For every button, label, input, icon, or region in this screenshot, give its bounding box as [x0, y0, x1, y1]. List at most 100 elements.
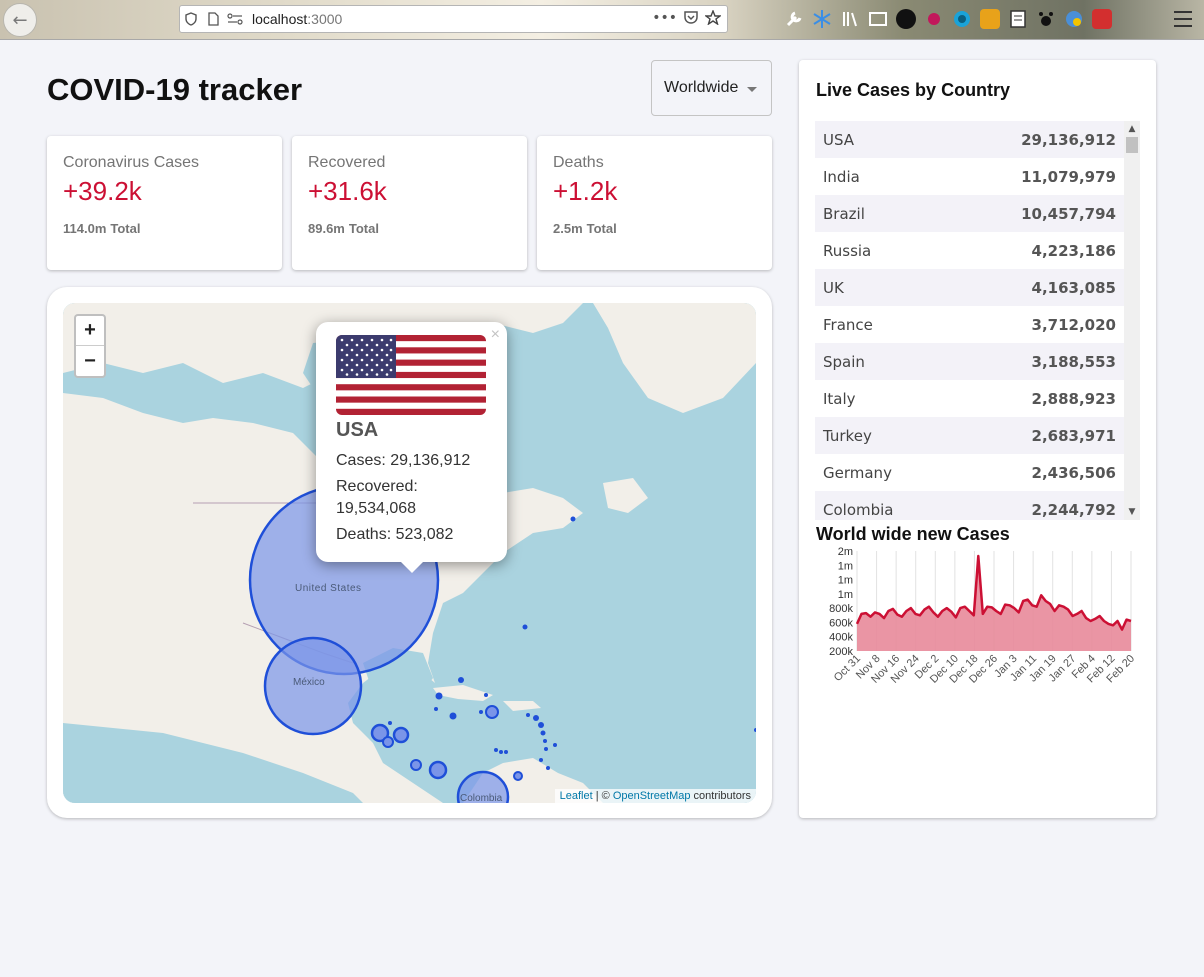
country-select[interactable]: Worldwide	[651, 60, 772, 116]
popup-cases: Cases: 29,136,912	[336, 452, 471, 469]
y-tick-label: 2m	[838, 546, 853, 558]
stat-card-deaths[interactable]: Deaths +1.2k 2.5m Total	[537, 136, 772, 270]
row-country: Italy	[823, 389, 856, 408]
row-cases: 29,136,912	[1021, 130, 1116, 149]
row-country: Spain	[823, 352, 865, 371]
live-cases-panel: Live Cases by Country USA 29,136,912 India…	[799, 60, 1156, 818]
popup-deaths: Deaths: 523,082	[336, 526, 454, 543]
stat-card-cases[interactable]: Coronavirus Cases +39.2k 114.0m Total	[47, 136, 282, 270]
live-cases-table[interactable]: USA 29,136,912 India 11,079,979 Brazil 10,457…	[815, 121, 1140, 520]
popup-recovered: Recovered: 19,534,068	[336, 478, 418, 517]
stat-card-recovered[interactable]: Recovered +31.6k 89.6m Total	[292, 136, 527, 270]
extension-reader-icon[interactable]	[868, 9, 888, 29]
extension-snowflake-icon[interactable]	[812, 9, 832, 29]
y-tick-label: 600k	[829, 617, 853, 629]
stat-value: +39.2k	[63, 176, 142, 206]
table-row[interactable]: Italy 2,888,923	[815, 380, 1124, 417]
y-tick-label: 1m	[838, 560, 853, 572]
row-country: USA	[823, 130, 855, 149]
extension-twd-icon[interactable]	[896, 9, 916, 29]
row-country: Brazil	[823, 204, 865, 223]
country-select-value: Worldwide	[664, 79, 739, 96]
stat-label: Deaths	[553, 154, 604, 171]
table-row[interactable]: France 3,712,020	[815, 306, 1124, 343]
row-cases: 2,436,506	[1031, 463, 1116, 482]
shield-icon[interactable]	[180, 12, 202, 26]
browser-toolbar: ← localhost:3000 •••	[0, 0, 1204, 40]
bookmark-star-icon[interactable]	[703, 9, 723, 29]
row-country: Russia	[823, 241, 872, 260]
y-tick-label: 800k	[829, 603, 853, 615]
osm-link[interactable]: OpenStreetMap	[613, 790, 691, 802]
stat-label: Recovered	[308, 154, 386, 171]
popup-country-name: USA	[336, 419, 379, 441]
table-row[interactable]: India 11,079,979	[815, 158, 1124, 195]
extension-picture-icon[interactable]	[980, 9, 1000, 29]
map-label-colombia: Colombia	[460, 793, 503, 803]
chart-title: World wide new Cases	[816, 524, 1010, 544]
leaflet-link[interactable]: Leaflet	[560, 790, 593, 802]
row-cases: 2,683,971	[1031, 426, 1116, 445]
stat-total: 114.0m Total	[63, 221, 141, 236]
zoom-in-button[interactable]: +	[76, 316, 104, 346]
more-actions-icon[interactable]: •••	[652, 10, 677, 29]
row-cases: 4,223,186	[1031, 241, 1116, 260]
row-cases: 10,457,794	[1021, 204, 1116, 223]
table-scrollbar[interactable]: ▲ ▼	[1124, 121, 1140, 520]
stat-value: +1.2k	[553, 176, 618, 206]
table-row[interactable]: UK 4,163,085	[815, 269, 1124, 306]
extension-bug-icon[interactable]	[924, 9, 944, 29]
extension-library-icon[interactable]	[840, 9, 860, 29]
extension-notes-icon[interactable]	[1008, 9, 1028, 29]
map-label-usa: United States	[295, 583, 362, 594]
live-cases-rows: USA 29,136,912 India 11,079,979 Brazil 10,457…	[815, 121, 1140, 520]
row-country: Turkey	[823, 426, 872, 445]
dropdown-caret-icon	[747, 87, 757, 92]
extension-game-icon[interactable]	[1092, 9, 1112, 29]
table-row[interactable]: USA 29,136,912	[815, 121, 1124, 158]
map-label-mexico: México	[293, 677, 325, 688]
row-country: Germany	[823, 463, 892, 482]
row-cases: 4,163,085	[1031, 278, 1116, 297]
row-country: India	[823, 167, 860, 186]
page-icon[interactable]	[202, 12, 224, 26]
url-text[interactable]: localhost:3000	[252, 11, 342, 28]
extension-paw-icon[interactable]	[1036, 9, 1056, 29]
table-row[interactable]: Colombia 2,244,792	[815, 491, 1124, 520]
table-row[interactable]: Spain 3,188,553	[815, 343, 1124, 380]
usa-flag-image	[336, 335, 486, 415]
hamburger-menu-icon[interactable]	[1174, 11, 1192, 27]
url-bar[interactable]: localhost:3000 •••	[179, 5, 728, 33]
stat-total: 2.5m Total	[553, 221, 617, 236]
zoom-out-button[interactable]: −	[76, 346, 104, 376]
zoom-control: + −	[74, 314, 106, 378]
new-cases-chart[interactable]: Oct 31Nov 8Nov 16Nov 24Dec 2Dec 10Dec 18…	[807, 545, 1137, 715]
back-arrow-icon: ←	[12, 9, 28, 31]
permissions-icon[interactable]	[224, 13, 246, 25]
stat-total: 89.6m Total	[308, 221, 379, 236]
url-port: :3000	[307, 10, 343, 27]
extension-wrench-icon[interactable]	[784, 9, 804, 29]
popup-close-button[interactable]: ×	[491, 326, 500, 344]
scroll-up-icon[interactable]: ▲	[1124, 121, 1140, 137]
extension-target-icon[interactable]	[952, 9, 972, 29]
back-button[interactable]: ←	[3, 3, 37, 37]
scroll-thumb[interactable]	[1126, 137, 1138, 153]
row-cases: 3,188,553	[1031, 352, 1116, 371]
table-row[interactable]: Brazil 10,457,794	[815, 195, 1124, 232]
row-country: Colombia	[823, 500, 894, 519]
page-title: COVID-19 tracker	[47, 72, 303, 107]
world-map[interactable]: United States México Colombia + − × USA …	[63, 303, 756, 803]
scroll-down-icon[interactable]: ▼	[1124, 504, 1140, 520]
row-country: France	[823, 315, 873, 334]
table-row[interactable]: Russia 4,223,186	[815, 232, 1124, 269]
table-row[interactable]: Turkey 2,683,971	[815, 417, 1124, 454]
live-cases-title: Live Cases by Country	[816, 80, 1011, 100]
extension-colors-icon[interactable]	[1064, 9, 1084, 29]
row-country: UK	[823, 278, 844, 297]
y-tick-label: 200k	[829, 646, 853, 658]
stat-label: Coronavirus Cases	[63, 154, 200, 171]
pocket-icon[interactable]	[683, 10, 699, 29]
table-row[interactable]: Germany 2,436,506	[815, 454, 1124, 491]
map-attribution: Leaflet | © OpenStreetMap contributors	[554, 789, 756, 803]
